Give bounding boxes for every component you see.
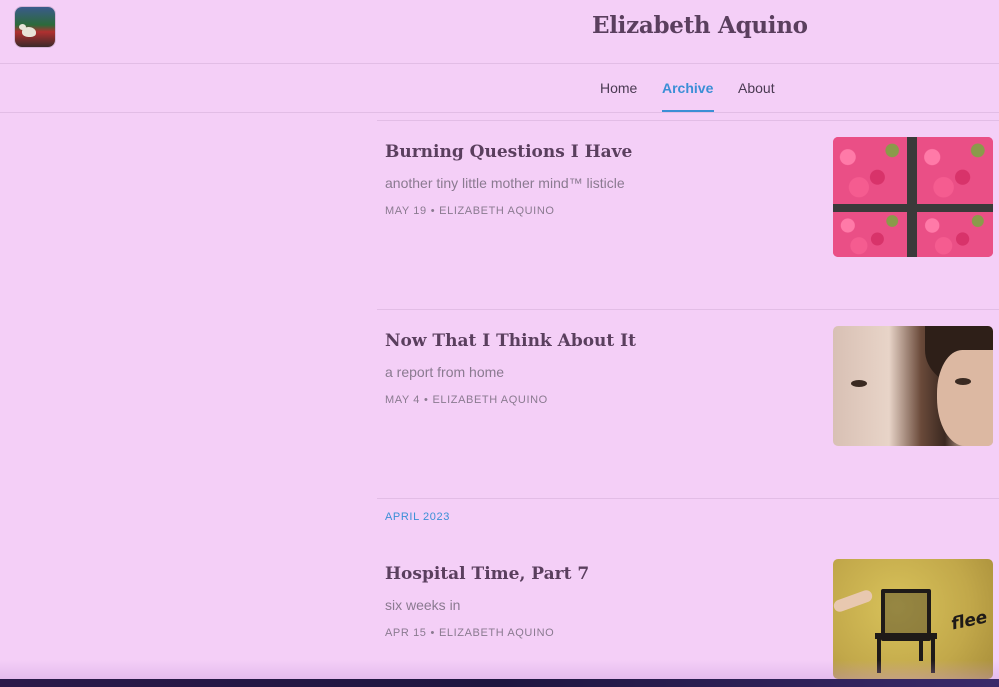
post-thumbnail-image[interactable] bbox=[833, 326, 993, 446]
post-author[interactable]: ELIZABETH AQUINO bbox=[432, 394, 547, 406]
bottom-fade bbox=[0, 660, 999, 679]
meta-separator: • bbox=[430, 205, 436, 217]
divider bbox=[377, 309, 999, 310]
publication-logo-icon[interactable] bbox=[15, 7, 55, 47]
post-subtitle: another tiny little mother mind™ listicl… bbox=[385, 175, 625, 191]
tab-archive[interactable]: Archive bbox=[662, 80, 713, 96]
post-meta: MAY 19 • ELIZABETH AQUINO bbox=[385, 205, 555, 217]
post-date: MAY 4 bbox=[385, 394, 420, 406]
post-author[interactable]: ELIZABETH AQUINO bbox=[439, 205, 554, 217]
nav-bar: Home Archive About bbox=[0, 64, 999, 113]
post-thumbnail-image[interactable] bbox=[833, 137, 993, 257]
meta-separator: • bbox=[430, 627, 435, 639]
publication-title[interactable]: Elizabeth Aquino bbox=[592, 12, 808, 39]
post-meta: MAY 4 • ELIZABETH AQUINO bbox=[385, 394, 548, 406]
divider bbox=[377, 498, 999, 499]
post-subtitle: six weeks in bbox=[385, 597, 461, 613]
month-heading: APRIL 2023 bbox=[385, 511, 450, 523]
post-author[interactable]: ELIZABETH AQUINO bbox=[439, 627, 554, 639]
post-date: MAY 19 bbox=[385, 205, 427, 217]
post-meta: APR 15 • ELIZABETH AQUINO bbox=[385, 627, 554, 639]
post-title[interactable]: Now That I Think About It bbox=[385, 331, 636, 351]
post-subtitle: a report from home bbox=[385, 364, 505, 380]
post-title[interactable]: Burning Questions I Have bbox=[385, 142, 632, 162]
post-title[interactable]: Hospital Time, Part 7 bbox=[385, 564, 589, 584]
meta-separator: • bbox=[424, 394, 429, 406]
active-tab-indicator bbox=[662, 110, 714, 112]
top-bar: Elizabeth Aquino bbox=[0, 0, 999, 64]
tab-about[interactable]: About bbox=[738, 80, 775, 96]
post-date: APR 15 bbox=[385, 627, 427, 639]
tab-home[interactable]: Home bbox=[600, 80, 637, 96]
bottom-edge bbox=[0, 679, 999, 687]
thumbnail-caption: flee bbox=[949, 607, 990, 635]
divider bbox=[377, 120, 999, 121]
